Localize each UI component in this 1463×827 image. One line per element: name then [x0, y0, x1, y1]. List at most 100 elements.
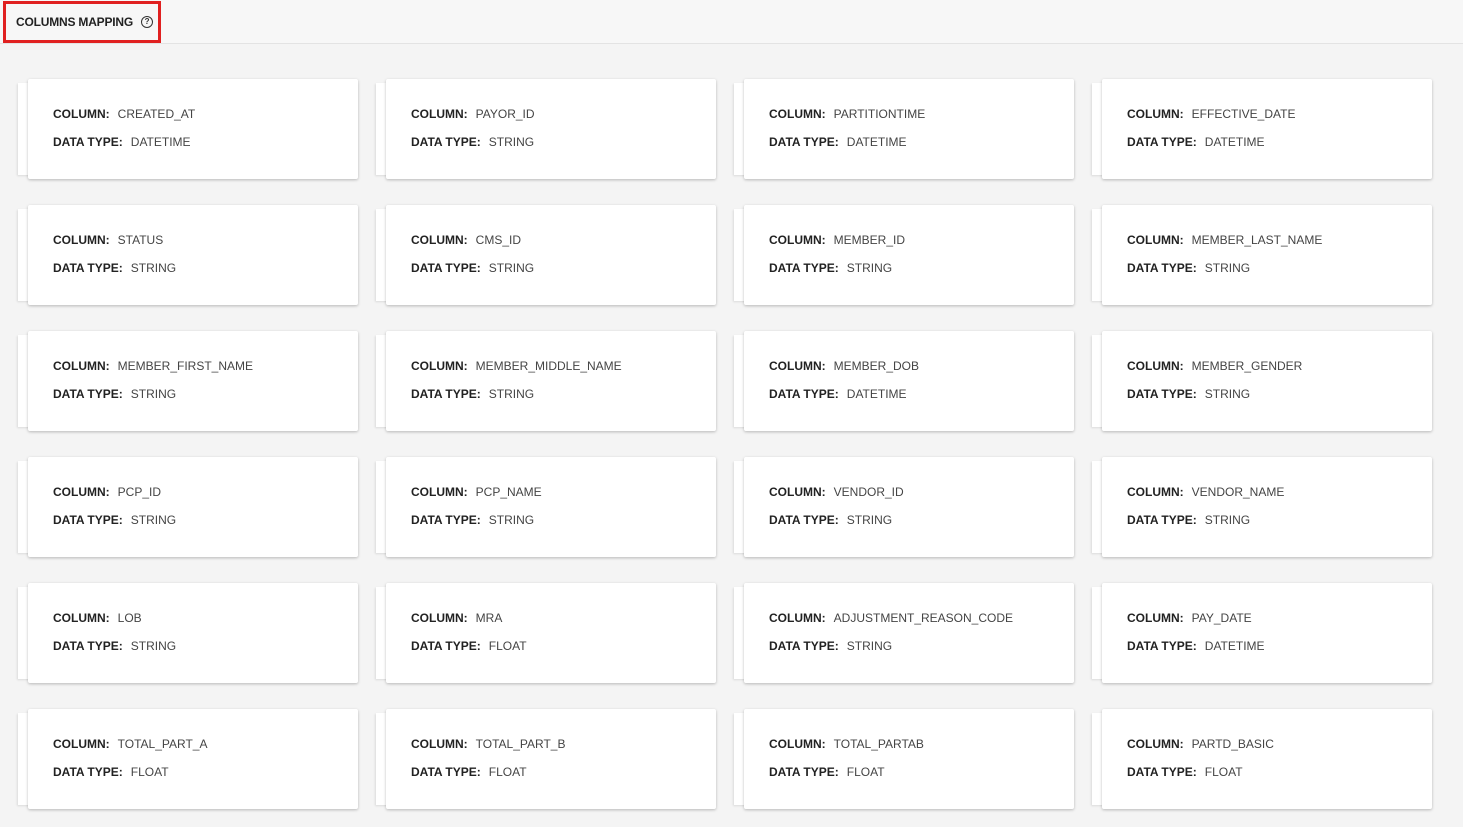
data-type-row: DATA TYPE: FLOAT — [1127, 765, 1243, 779]
data-type-row: DATA TYPE: STRING — [411, 135, 534, 149]
data-type-value: STRING — [130, 513, 177, 527]
column-card[interactable]: COLUMN: PAY_DATE DATA TYPE: DATETIME — [1102, 583, 1432, 683]
data-type-row: DATA TYPE: STRING — [769, 261, 892, 275]
column-card[interactable]: COLUMN: MEMBER_FIRST_NAME DATA TYPE: STRING — [28, 331, 358, 431]
column-value: MEMBER_GENDER — [1191, 359, 1303, 373]
data-type-value: DATETIME — [846, 387, 907, 401]
column-name-row: COLUMN: VENDOR_ID — [769, 485, 904, 499]
data-type-label: DATA TYPE: — [411, 387, 481, 401]
column-card-wrapper: COLUMN: VENDOR_ID DATA TYPE: STRING — [734, 457, 1074, 559]
page-title: COLUMNS MAPPING — [16, 15, 134, 29]
data-type-label: DATA TYPE: — [769, 387, 839, 401]
data-type-row: DATA TYPE: DATETIME — [769, 387, 907, 401]
column-name-row: COLUMN: PARTITIONTIME — [769, 107, 925, 121]
column-card[interactable]: COLUMN: TOTAL_PARTAB DATA TYPE: FLOAT — [744, 709, 1074, 809]
data-type-row: DATA TYPE: STRING — [53, 513, 176, 527]
column-card-wrapper: COLUMN: MEMBER_LAST_NAME DATA TYPE: STRING — [1092, 205, 1432, 307]
column-card[interactable]: COLUMN: STATUS DATA TYPE: STRING — [28, 205, 358, 305]
data-type-row: DATA TYPE: STRING — [1127, 387, 1250, 401]
data-type-value: STRING — [1204, 387, 1251, 401]
column-label: COLUMN: — [769, 107, 826, 121]
column-name-row: COLUMN: CREATED_AT — [53, 107, 195, 121]
column-value: MEMBER_MIDDLE_NAME — [475, 359, 622, 373]
help-circle-icon[interactable]: ? — [141, 16, 154, 28]
column-card[interactable]: COLUMN: MEMBER_LAST_NAME DATA TYPE: STRING — [1102, 205, 1432, 305]
column-name-row: COLUMN: MRA — [411, 611, 502, 625]
column-name-row: COLUMN: TOTAL_PART_B — [411, 737, 565, 751]
data-type-value: STRING — [1204, 513, 1251, 527]
column-value: PAYOR_ID — [475, 107, 535, 121]
data-type-label: DATA TYPE: — [53, 513, 123, 527]
column-card-wrapper: COLUMN: STATUS DATA TYPE: STRING — [18, 205, 358, 307]
column-label: COLUMN: — [769, 611, 826, 625]
data-type-label: DATA TYPE: — [411, 513, 481, 527]
column-card[interactable]: COLUMN: VENDOR_NAME DATA TYPE: STRING — [1102, 457, 1432, 557]
column-card[interactable]: COLUMN: PAYOR_ID DATA TYPE: STRING — [386, 79, 716, 179]
column-label: COLUMN: — [53, 737, 110, 751]
column-card[interactable]: COLUMN: PARTD_BASIC DATA TYPE: FLOAT — [1102, 709, 1432, 809]
column-value: ADJUSTMENT_REASON_CODE — [833, 611, 1014, 625]
data-type-row: DATA TYPE: STRING — [411, 513, 534, 527]
column-card[interactable]: COLUMN: MEMBER_ID DATA TYPE: STRING — [744, 205, 1074, 305]
column-card[interactable]: COLUMN: TOTAL_PART_A DATA TYPE: FLOAT — [28, 709, 358, 809]
data-type-row: DATA TYPE: STRING — [53, 387, 176, 401]
column-card[interactable]: COLUMN: LOB DATA TYPE: STRING — [28, 583, 358, 683]
data-type-row: DATA TYPE: DATETIME — [53, 135, 191, 149]
column-label: COLUMN: — [53, 107, 110, 121]
column-name-row: COLUMN: MEMBER_ID — [769, 233, 905, 247]
column-card[interactable]: COLUMN: TOTAL_PART_B DATA TYPE: FLOAT — [386, 709, 716, 809]
column-name-row: COLUMN: MEMBER_DOB — [769, 359, 919, 373]
column-name-row: COLUMN: CMS_ID — [411, 233, 521, 247]
column-name-row: COLUMN: PCP_ID — [53, 485, 161, 499]
column-card-wrapper: COLUMN: MEMBER_DOB DATA TYPE: DATETIME — [734, 331, 1074, 433]
data-type-label: DATA TYPE: — [1127, 261, 1197, 275]
column-name-row: COLUMN: PAYOR_ID — [411, 107, 535, 121]
data-type-value: FLOAT — [130, 765, 169, 779]
column-card-wrapper: COLUMN: TOTAL_PARTAB DATA TYPE: FLOAT — [734, 709, 1074, 811]
column-card[interactable]: COLUMN: EFFECTIVE_DATE DATA TYPE: DATETIME — [1102, 79, 1432, 179]
column-card[interactable]: COLUMN: PCP_NAME DATA TYPE: STRING — [386, 457, 716, 557]
column-card[interactable]: COLUMN: MRA DATA TYPE: FLOAT — [386, 583, 716, 683]
column-card[interactable]: COLUMN: VENDOR_ID DATA TYPE: STRING — [744, 457, 1074, 557]
data-type-row: DATA TYPE: STRING — [769, 639, 892, 653]
data-type-value: STRING — [846, 261, 893, 275]
column-label: COLUMN: — [53, 233, 110, 247]
column-card-wrapper: COLUMN: VENDOR_NAME DATA TYPE: STRING — [1092, 457, 1432, 559]
column-label: COLUMN: — [769, 737, 826, 751]
column-label: COLUMN: — [53, 611, 110, 625]
column-card[interactable]: COLUMN: ADJUSTMENT_REASON_CODE DATA TYPE: S… — [744, 583, 1074, 683]
column-card[interactable]: COLUMN: CREATED_AT DATA TYPE: DATETIME — [28, 79, 358, 179]
column-card[interactable]: COLUMN: MEMBER_MIDDLE_NAME DATA TYPE: STRIN… — [386, 331, 716, 431]
column-name-row: COLUMN: MEMBER_FIRST_NAME — [53, 359, 253, 373]
data-type-value: STRING — [488, 387, 535, 401]
data-type-label: DATA TYPE: — [769, 513, 839, 527]
column-value: MEMBER_ID — [833, 233, 905, 247]
column-card-wrapper: COLUMN: TOTAL_PART_A DATA TYPE: FLOAT — [18, 709, 358, 811]
column-label: COLUMN: — [1127, 233, 1184, 247]
data-type-row: DATA TYPE: STRING — [1127, 513, 1250, 527]
column-name-row: COLUMN: TOTAL_PART_A — [53, 737, 207, 751]
data-type-row: DATA TYPE: DATETIME — [1127, 135, 1265, 149]
column-name-row: COLUMN: ADJUSTMENT_REASON_CODE — [769, 611, 1013, 625]
column-value: LOB — [117, 611, 142, 625]
column-label: COLUMN: — [411, 233, 468, 247]
data-type-label: DATA TYPE: — [53, 387, 123, 401]
column-card[interactable]: COLUMN: MEMBER_GENDER DATA TYPE: STRING — [1102, 331, 1432, 431]
header-title-highlight: COLUMNS MAPPING ? — [3, 1, 161, 43]
column-label: COLUMN: — [411, 107, 468, 121]
column-card[interactable]: COLUMN: MEMBER_DOB DATA TYPE: DATETIME — [744, 331, 1074, 431]
column-value: PCP_ID — [117, 485, 162, 499]
column-card-wrapper: COLUMN: MEMBER_GENDER DATA TYPE: STRING — [1092, 331, 1432, 433]
column-label: COLUMN: — [769, 359, 826, 373]
column-card-wrapper: COLUMN: PCP_NAME DATA TYPE: STRING — [376, 457, 716, 559]
data-type-row: DATA TYPE: STRING — [411, 387, 534, 401]
data-type-value: STRING — [846, 513, 893, 527]
column-card[interactable]: COLUMN: PARTITIONTIME DATA TYPE: DATETIME — [744, 79, 1074, 179]
column-name-row: COLUMN: PAY_DATE — [1127, 611, 1252, 625]
column-value: PCP_NAME — [475, 485, 542, 499]
column-card[interactable]: COLUMN: CMS_ID DATA TYPE: STRING — [386, 205, 716, 305]
column-label: COLUMN: — [411, 485, 468, 499]
data-type-value: STRING — [488, 261, 535, 275]
column-card[interactable]: COLUMN: PCP_ID DATA TYPE: STRING — [28, 457, 358, 557]
columns-mapping-header: COLUMNS MAPPING ? — [0, 0, 1463, 44]
